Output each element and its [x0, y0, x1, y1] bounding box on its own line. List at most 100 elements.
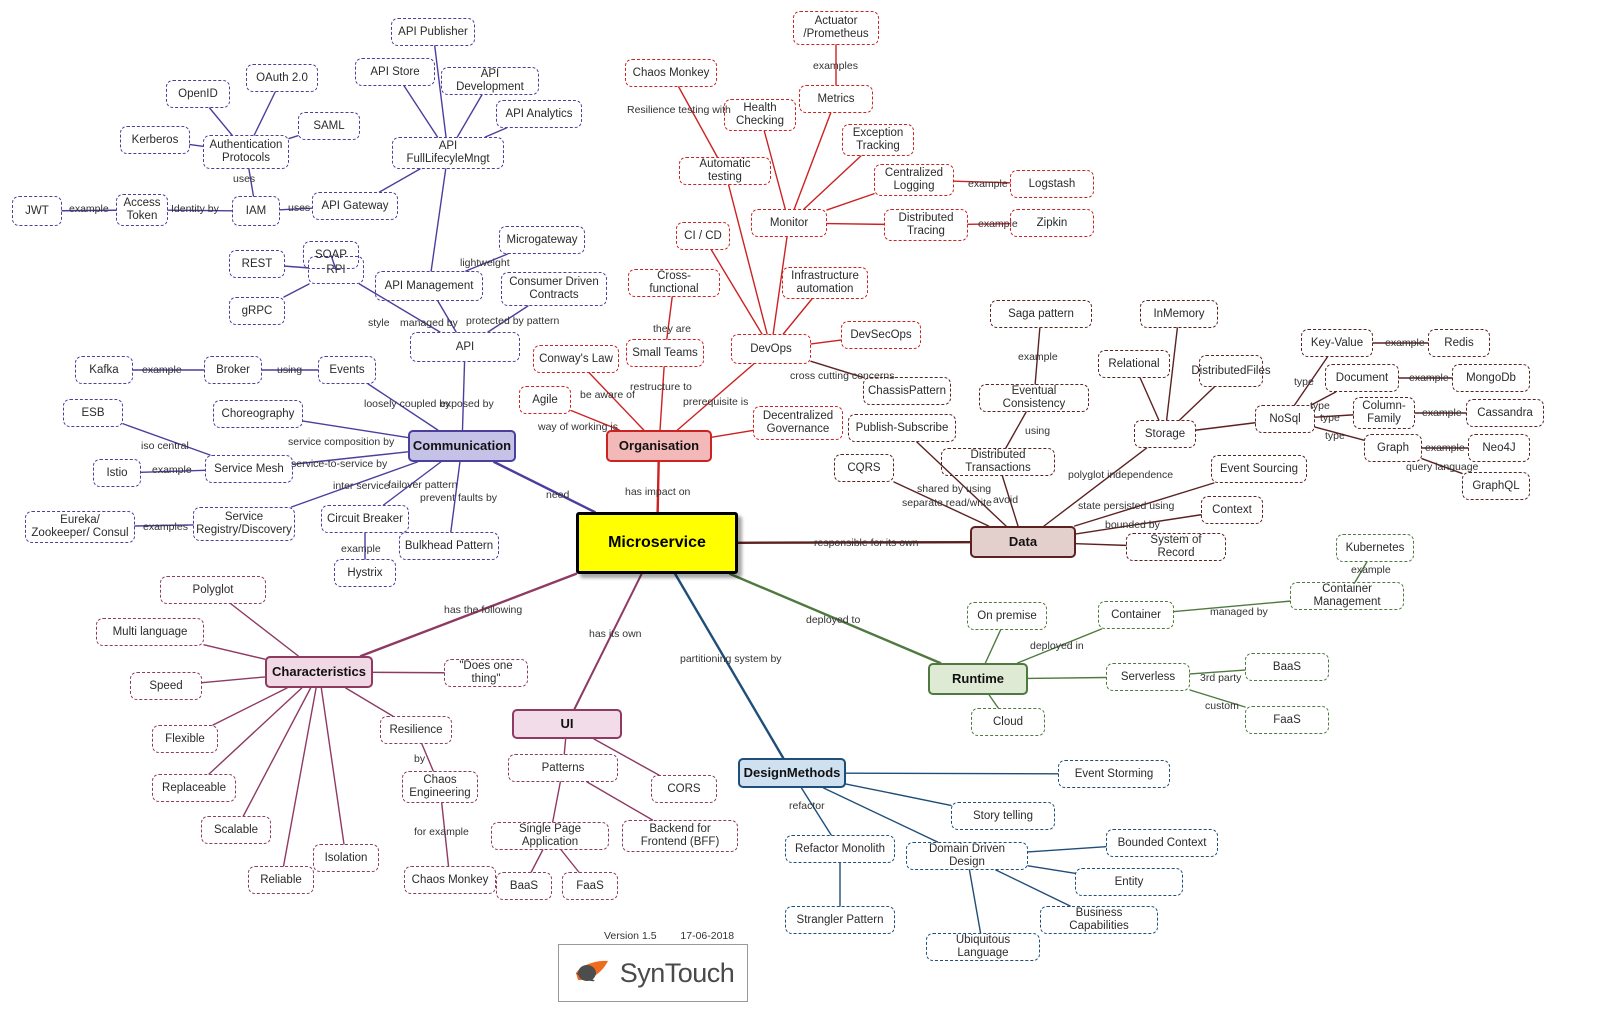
node-chaos_monkey_o[interactable]: Chaos Monkey: [625, 59, 717, 87]
node-automatic_testing[interactable]: Automatic testing: [679, 157, 771, 185]
node-auth_protocols[interactable]: Authentication Protocols: [203, 135, 289, 169]
node-api_publisher[interactable]: API Publisher: [391, 18, 475, 46]
node-cross_functional[interactable]: Cross-functional: [628, 269, 720, 297]
node-refactor_monolith[interactable]: Refactor Monolith: [785, 835, 895, 863]
node-service_registry[interactable]: Service Registry/Discovery: [193, 507, 295, 541]
node-cicd[interactable]: CI / CD: [676, 222, 730, 250]
node-business_capabilities[interactable]: Business Capabilities: [1040, 906, 1158, 934]
node-keyvalue[interactable]: Key-Value: [1301, 329, 1373, 357]
node-metrics[interactable]: Metrics: [799, 85, 873, 113]
node-health_checking[interactable]: Health Checking: [724, 99, 796, 131]
node-infra_automation[interactable]: Infrastructure automation: [782, 267, 868, 299]
node-esb[interactable]: ESB: [63, 399, 123, 427]
node-cors[interactable]: CORS: [651, 775, 717, 803]
node-kerberos[interactable]: Kerberos: [120, 126, 190, 154]
node-api_analytics[interactable]: API Analytics: [496, 100, 582, 128]
node-nosql[interactable]: NoSql: [1255, 405, 1315, 433]
node-scalable[interactable]: Scalable: [201, 816, 271, 844]
node-exception_tracking[interactable]: Exception Tracking: [842, 124, 914, 156]
node-baas_ui[interactable]: BaaS: [496, 872, 552, 900]
node-baas_r[interactable]: BaaS: [1245, 653, 1329, 681]
node-ddd[interactable]: Domain Driven Design: [906, 842, 1028, 870]
node-faas_r[interactable]: FaaS: [1245, 706, 1329, 734]
node-cdc[interactable]: Consumer Driven Contracts: [501, 272, 607, 306]
node-distributedfiles[interactable]: DistributedFiles: [1191, 355, 1271, 387]
node-on_premise[interactable]: On premise: [967, 602, 1047, 630]
node-speed[interactable]: Speed: [130, 672, 202, 700]
node-does_one_thing[interactable]: "Does one thing": [444, 659, 528, 687]
node-bulkhead[interactable]: Bulkhead Pattern: [399, 532, 499, 560]
node-api_development[interactable]: API Development: [441, 67, 539, 95]
node-entity[interactable]: Entity: [1075, 868, 1183, 896]
node-microservice[interactable]: Microservice: [576, 512, 738, 574]
node-soap[interactable]: SOAP: [303, 241, 359, 269]
node-bff[interactable]: Backend for Frontend (BFF): [622, 820, 738, 852]
node-cloud[interactable]: Cloud: [971, 708, 1045, 736]
node-api[interactable]: API: [410, 332, 520, 362]
node-agile[interactable]: Agile: [519, 386, 571, 414]
node-isolation[interactable]: Isolation: [313, 844, 379, 872]
node-jwt[interactable]: JWT: [12, 196, 62, 226]
node-cqrs[interactable]: CQRS: [834, 454, 894, 482]
node-kubernetes[interactable]: Kubernetes: [1336, 534, 1414, 562]
node-openid[interactable]: OpenID: [166, 80, 230, 108]
node-choreography[interactable]: Choreography: [213, 400, 303, 428]
node-flexible[interactable]: Flexible: [152, 725, 218, 753]
node-decentralized_gov[interactable]: Decentralized Governance: [753, 406, 843, 440]
node-serverless[interactable]: Serverless: [1106, 663, 1190, 691]
node-centralized_logging[interactable]: Centralized Logging: [874, 164, 954, 196]
node-resilience[interactable]: Resilience: [380, 716, 452, 744]
node-redis[interactable]: Redis: [1428, 329, 1490, 357]
node-bounded_context[interactable]: Bounded Context: [1106, 829, 1218, 857]
node-replaceable[interactable]: Replaceable: [152, 774, 236, 802]
node-api_gateway[interactable]: API Gateway: [312, 192, 398, 220]
node-event_sourcing[interactable]: Event Sourcing: [1211, 455, 1307, 483]
node-api_full[interactable]: API FullLifecyleMngt: [392, 137, 504, 169]
node-conways_law[interactable]: Conway's Law: [533, 345, 619, 373]
node-designmethods[interactable]: DesignMethods: [738, 758, 846, 788]
node-api_mgmt[interactable]: API Management: [375, 271, 483, 301]
node-faas_ui[interactable]: FaaS: [562, 872, 618, 900]
node-system_of_record[interactable]: System of Record: [1126, 533, 1226, 561]
node-service_mesh[interactable]: Service Mesh: [205, 455, 293, 483]
node-distributed_tx[interactable]: Distributed Transactions: [941, 448, 1055, 476]
node-oauth2[interactable]: OAuth 2.0: [246, 64, 318, 92]
node-eventual_consistency[interactable]: Eventual Consistency: [979, 384, 1089, 412]
node-polyglot[interactable]: Polyglot: [160, 576, 266, 604]
node-monitor[interactable]: Monitor: [751, 209, 827, 237]
node-iam[interactable]: IAM: [232, 196, 280, 226]
node-mongodb[interactable]: MongoDb: [1452, 364, 1530, 392]
node-graph[interactable]: Graph: [1364, 434, 1422, 462]
node-distributed_tracing[interactable]: Distributed Tracing: [884, 209, 968, 241]
node-column_family[interactable]: Column-Family: [1353, 397, 1415, 429]
node-communication[interactable]: Communication: [408, 430, 516, 462]
node-container_mgmt[interactable]: Container Management: [1290, 582, 1404, 610]
node-chaos_engineering[interactable]: Chaos Engineering: [402, 771, 478, 803]
node-patterns[interactable]: Patterns: [508, 754, 618, 782]
node-chaos_monkey_c[interactable]: Chaos Monkey: [404, 866, 496, 894]
node-saga[interactable]: Saga pattern: [990, 300, 1092, 328]
node-hystrix[interactable]: Hystrix: [334, 559, 396, 587]
node-multi_language[interactable]: Multi language: [96, 618, 204, 646]
node-saml[interactable]: SAML: [298, 112, 360, 140]
node-devops[interactable]: DevOps: [731, 334, 811, 364]
node-characteristics[interactable]: Characteristics: [265, 656, 373, 688]
node-ubiquitous_language[interactable]: Ubiquitous Language: [926, 933, 1040, 961]
node-kafka[interactable]: Kafka: [75, 356, 133, 384]
node-organisation[interactable]: Organisation: [606, 430, 712, 462]
node-story_telling[interactable]: Story telling: [951, 802, 1055, 830]
node-reliable[interactable]: Reliable: [248, 866, 314, 894]
node-context[interactable]: Context: [1201, 496, 1263, 524]
node-chassis[interactable]: ChassisPattern: [863, 377, 951, 405]
node-circuit_breaker[interactable]: Circuit Breaker: [321, 505, 409, 533]
node-api_store[interactable]: API Store: [355, 58, 435, 86]
node-publish_subscribe[interactable]: Publish-Subscribe: [848, 414, 956, 442]
node-spa[interactable]: Single Page Application: [491, 822, 609, 850]
node-graphql[interactable]: GraphQL: [1462, 472, 1530, 500]
node-rest[interactable]: REST: [229, 250, 285, 278]
node-broker[interactable]: Broker: [204, 356, 262, 384]
node-actuator[interactable]: Actuator /Prometheus: [793, 11, 879, 45]
node-relational[interactable]: Relational: [1098, 350, 1170, 378]
node-document[interactable]: Document: [1325, 364, 1399, 392]
node-events[interactable]: Events: [318, 356, 376, 384]
